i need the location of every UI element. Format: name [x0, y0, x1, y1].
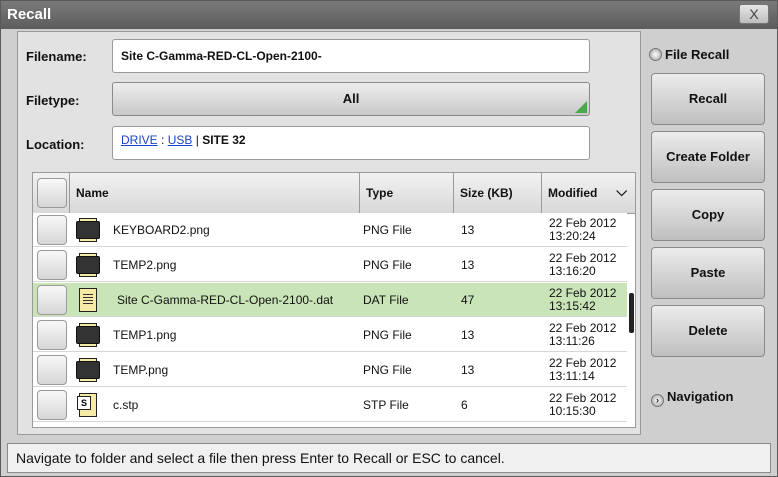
file-type: PNG File: [363, 258, 412, 272]
modified-time: 10:15:30: [549, 404, 596, 418]
table-row[interactable]: Site C-Gamma-RED-CL-Open-2100-.dat DAT Fi…: [33, 283, 627, 317]
filetype-value: All: [342, 91, 360, 106]
file-name: c.stp: [113, 398, 139, 412]
file-modified: 22 Feb 2012 13:20:24: [549, 217, 616, 245]
location-drive-link[interactable]: DRIVE: [121, 133, 158, 147]
dialog-title: Recall: [7, 6, 52, 23]
file-type: DAT File: [363, 293, 409, 307]
png-file-icon: [76, 323, 100, 347]
row-checkbox[interactable]: [37, 215, 67, 245]
dropdown-corner-icon: [575, 101, 587, 113]
row-checkbox[interactable]: [37, 390, 67, 420]
table-row[interactable]: c.stp STP File 6 22 Feb 201210:15:30: [33, 388, 627, 422]
file-modified: 22 Feb 2012 13:11:26: [549, 322, 616, 350]
file-table: Name Type Size (KB) Modified ⌵ KEYBOARD2…: [32, 172, 636, 428]
file-name: KEYBOARD2.png: [113, 223, 210, 237]
column-header-modified[interactable]: Modified ⌵: [541, 173, 635, 213]
copy-button[interactable]: Copy: [651, 189, 765, 241]
delete-button[interactable]: Delete: [651, 305, 765, 357]
file-name: Site C-Gamma-RED-CL-Open-2100-.dat: [117, 293, 334, 307]
location-separator: |: [192, 133, 203, 147]
filename-field[interactable]: Site C-Gamma-RED-CL-Open-2100-: [112, 39, 590, 73]
location-label: Location:: [26, 137, 85, 152]
file-modified: 22 Feb 2012 13:15:42: [549, 287, 616, 315]
png-file-icon: [76, 218, 100, 242]
png-file-icon: [76, 358, 100, 382]
table-row[interactable]: KEYBOARD2.png PNG File 13 22 Feb 2012 13:20:…: [33, 213, 627, 247]
file-type: STP File: [363, 398, 409, 412]
scrollbar[interactable]: [629, 293, 634, 333]
file-type: PNG File: [363, 363, 412, 377]
file-size: 13: [461, 363, 475, 377]
file-size: 13: [461, 258, 475, 272]
action-sidebar: File Recall Recall Create Folder Copy Pa…: [645, 31, 773, 435]
modified-time: 13:15:42: [549, 299, 596, 313]
row-checkbox[interactable]: [37, 285, 67, 315]
file-modified: 22 Feb 2012 10:15:30: [549, 392, 616, 420]
file-size: 13: [461, 328, 475, 342]
file-size: 6: [461, 398, 468, 412]
stp-file-icon: [77, 393, 97, 417]
column-header-type[interactable]: Type: [359, 173, 453, 213]
dat-file-icon: [79, 288, 97, 312]
row-checkbox[interactable]: [37, 250, 67, 280]
table-row[interactable]: TEMP.png PNG File 13 22 Feb 2012 13:11:14: [33, 353, 627, 387]
paste-button[interactable]: Paste: [651, 247, 765, 299]
recall-dialog: Recall X Filename: Site C-Gamma-RED-CL-O…: [0, 0, 778, 477]
file-modified: 22 Feb 2012 13:11:14: [549, 357, 616, 385]
file-name: TEMP2.png: [113, 258, 177, 272]
main-panel: Filename: Site C-Gamma-RED-CL-Open-2100-…: [17, 31, 641, 435]
file-name: TEMP1.png: [113, 328, 177, 342]
file-recall-label: File Recall: [665, 47, 730, 62]
file-name: TEMP.png: [113, 363, 169, 377]
modified-time: 13:16:20: [549, 264, 596, 278]
file-type: PNG File: [363, 328, 412, 342]
png-file-icon: [76, 253, 100, 277]
modified-time: 13:20:24: [549, 229, 596, 243]
file-size: 47: [461, 293, 475, 307]
navigation-label: Navigation: [667, 389, 734, 404]
row-checkbox[interactable]: [37, 320, 67, 350]
close-button[interactable]: X: [739, 4, 769, 24]
filetype-selector[interactable]: All: [112, 82, 590, 116]
row-checkbox[interactable]: [37, 355, 67, 385]
column-header-name[interactable]: Name: [69, 173, 359, 213]
location-field: DRIVE : USB | SITE 32: [112, 126, 590, 160]
select-all-checkbox[interactable]: [37, 178, 67, 208]
location-usb-link[interactable]: USB: [168, 133, 193, 147]
filetype-label: Filetype:: [26, 93, 80, 108]
create-folder-button[interactable]: Create Folder: [651, 131, 765, 183]
sort-chevron-icon: ⌵: [616, 183, 627, 199]
table-row[interactable]: TEMP2.png PNG File 13 22 Feb 2012 13:16:20: [33, 248, 627, 282]
modified-time: 13:11:14: [549, 369, 595, 383]
chevron-right-icon: ›: [651, 394, 664, 407]
file-modified: 22 Feb 2012 13:16:20: [549, 252, 616, 280]
file-size: 13: [461, 223, 475, 237]
file-type: PNG File: [363, 223, 412, 237]
column-header-size[interactable]: Size (KB): [453, 173, 541, 213]
radio-icon: [649, 48, 662, 61]
filename-label: Filename:: [26, 49, 87, 64]
title-bar: Recall X: [1, 1, 777, 29]
status-bar: Navigate to folder and select a file the…: [7, 443, 771, 473]
column-header-modified-label: Modified: [548, 186, 598, 200]
location-folder: SITE 32: [202, 133, 246, 147]
table-header: Name Type Size (KB) Modified ⌵: [33, 173, 635, 214]
table-row[interactable]: TEMP1.png PNG File 13 22 Feb 2012 13:11:26: [33, 318, 627, 352]
location-separator: :: [157, 133, 168, 147]
file-recall-option[interactable]: File Recall: [649, 47, 729, 62]
modified-time: 13:11:26: [549, 334, 595, 348]
navigation-option[interactable]: › Navigation: [651, 389, 733, 407]
recall-button[interactable]: Recall: [651, 73, 765, 125]
